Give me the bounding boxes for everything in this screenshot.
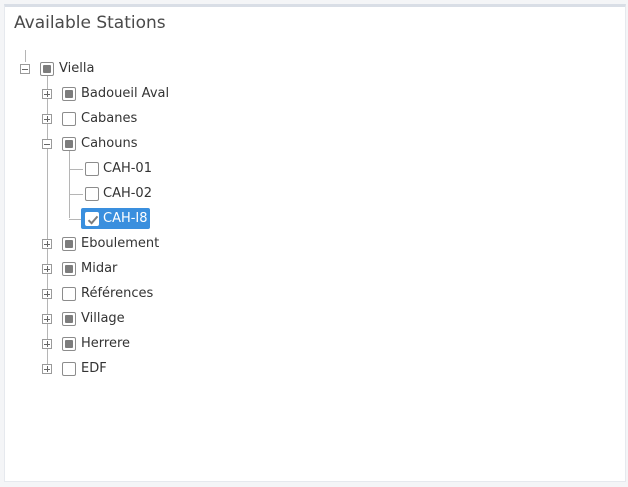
panel-title: Available Stations <box>14 13 166 33</box>
checkbox-edf[interactable] <box>62 362 76 376</box>
checkbox-cahouns[interactable] <box>62 137 76 151</box>
checkbox-cah-01[interactable] <box>85 162 99 176</box>
tree-label-viella[interactable]: Viella <box>59 61 94 77</box>
expand-toggle-village[interactable] <box>42 314 52 324</box>
tree-label-herrere[interactable]: Herrere <box>81 336 130 352</box>
expand-toggle-badoueil-aval[interactable] <box>42 89 52 99</box>
tree-label-eboulement[interactable]: Eboulement <box>81 236 159 252</box>
expand-toggle-herrere[interactable] <box>42 339 52 349</box>
checkbox-viella[interactable] <box>40 62 54 76</box>
available-stations-panel: Available Stations Viella Badoueil Aval … <box>4 4 626 482</box>
checkbox-references[interactable] <box>62 287 76 301</box>
expand-toggle-midar[interactable] <box>42 264 52 274</box>
tree-hline-cah02 <box>69 194 83 195</box>
expand-toggle-cahouns[interactable] <box>42 139 52 149</box>
tree-hline-cah01 <box>69 169 83 170</box>
expand-toggle-viella[interactable] <box>20 64 30 74</box>
tree-label-cah-02[interactable]: CAH-02 <box>103 186 152 202</box>
checkbox-village[interactable] <box>62 312 76 326</box>
checkbox-cah-02[interactable] <box>85 187 99 201</box>
checkbox-badoueil-aval[interactable] <box>62 87 76 101</box>
checkbox-herrere[interactable] <box>62 337 76 351</box>
tree-label-references[interactable]: Références <box>81 286 153 302</box>
tree-label-midar[interactable]: Midar <box>81 261 117 277</box>
checkbox-midar[interactable] <box>62 262 76 276</box>
tree-line-root-top <box>25 50 26 62</box>
tree-label-cah-01[interactable]: CAH-01 <box>103 161 152 177</box>
tree-label-village[interactable]: Village <box>81 311 125 327</box>
tree-label-edf[interactable]: EDF <box>81 361 107 377</box>
checkbox-cah-i8[interactable] <box>85 212 99 226</box>
expand-toggle-eboulement[interactable] <box>42 239 52 249</box>
checkbox-cabanes[interactable] <box>62 112 76 126</box>
tree-label-cah-i8[interactable]: CAH-I8 <box>103 211 148 227</box>
expand-toggle-references[interactable] <box>42 289 52 299</box>
tree-label-badoueil-aval[interactable]: Badoueil Aval <box>81 86 169 102</box>
tree-label-cabanes[interactable]: Cabanes <box>81 111 137 127</box>
tree-label-cahouns[interactable]: Cahouns <box>81 136 138 152</box>
expand-toggle-cabanes[interactable] <box>42 114 52 124</box>
checkbox-eboulement[interactable] <box>62 237 76 251</box>
tree-line-level2 <box>69 150 70 218</box>
expand-toggle-edf[interactable] <box>42 364 52 374</box>
check-icon <box>87 215 99 225</box>
